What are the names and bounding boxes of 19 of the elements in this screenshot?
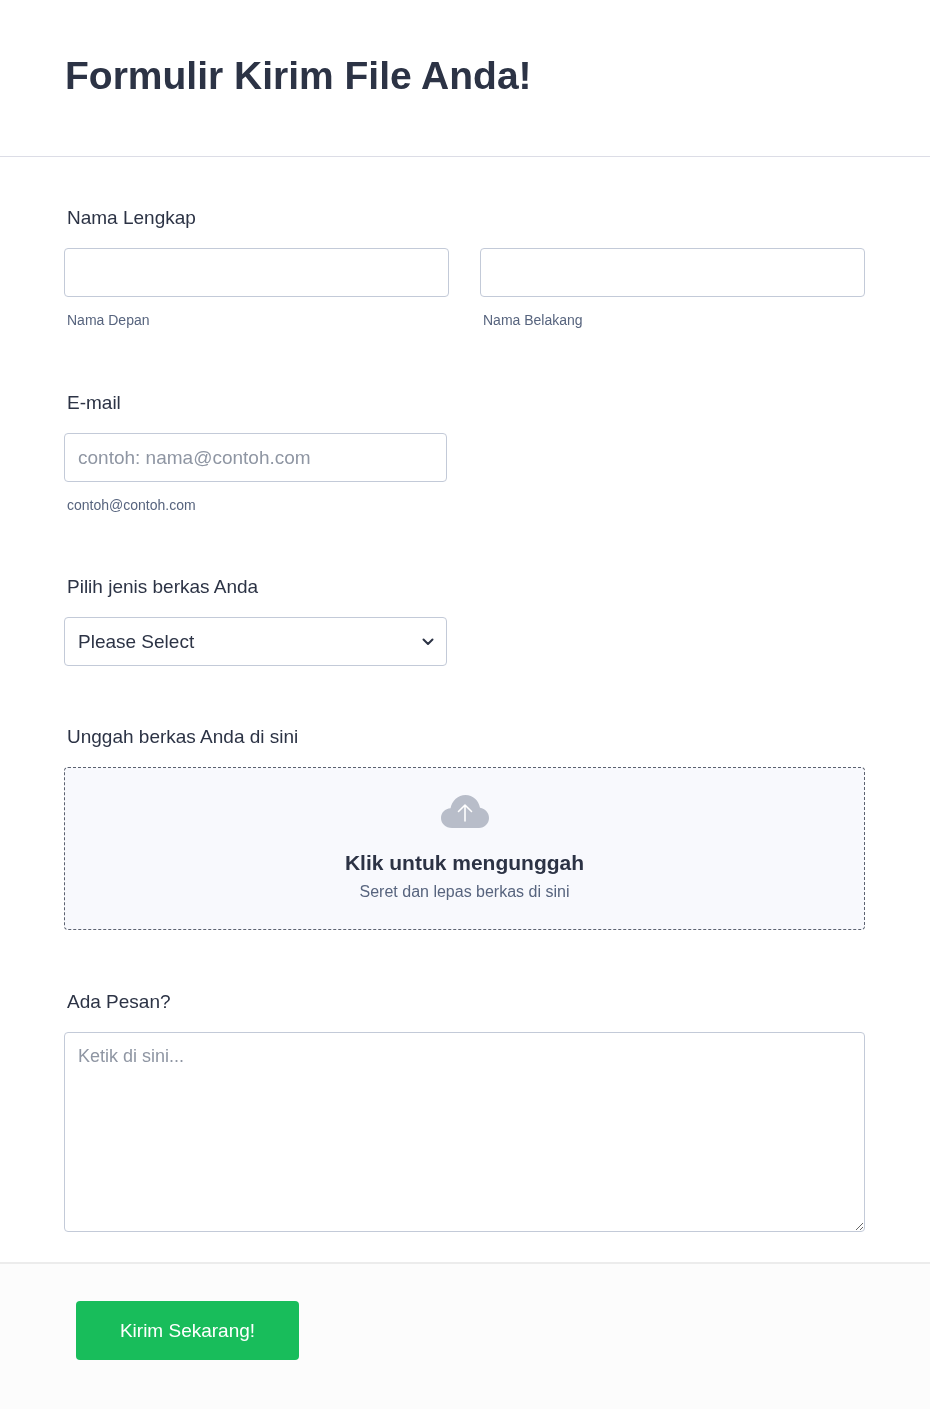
field-label: Ada Pesan? — [66, 990, 171, 1014]
input-sublabel: contoh@contoh.com — [66, 496, 196, 514]
input-sublabel: Nama Belakang — [482, 311, 583, 329]
field-label: Nama Lengkap — [66, 206, 196, 230]
input-sublabel: Nama Depan — [66, 311, 150, 329]
file-type-dropdown[interactable]: Please Select — [64, 617, 447, 666]
form-title: Formulir Kirim File Anda! — [65, 53, 532, 99]
cloud-upload-icon — [440, 795, 489, 828]
field-label: E-mail — [66, 391, 121, 415]
field-label: Pilih jenis berkas Anda — [66, 575, 259, 599]
upload-dropzone[interactable]: Klik untuk mengunggah Seret dan lepas berkas di sini — [64, 767, 865, 930]
upload-title: Klik untuk mengunggah — [344, 850, 585, 876]
message-textarea[interactable]: Ketik di sini... — [64, 1032, 865, 1232]
upload-hint: Seret dan lepas berkas di sini — [359, 882, 570, 902]
chevron-down-icon — [422, 637, 434, 646]
email-input-field[interactable]: contoh: nama@contoh.com — [64, 433, 447, 482]
name-input-field[interactable] — [480, 248, 865, 297]
name-input-field[interactable] — [64, 248, 449, 297]
field-label: Unggah berkas Anda di sini — [66, 725, 299, 749]
